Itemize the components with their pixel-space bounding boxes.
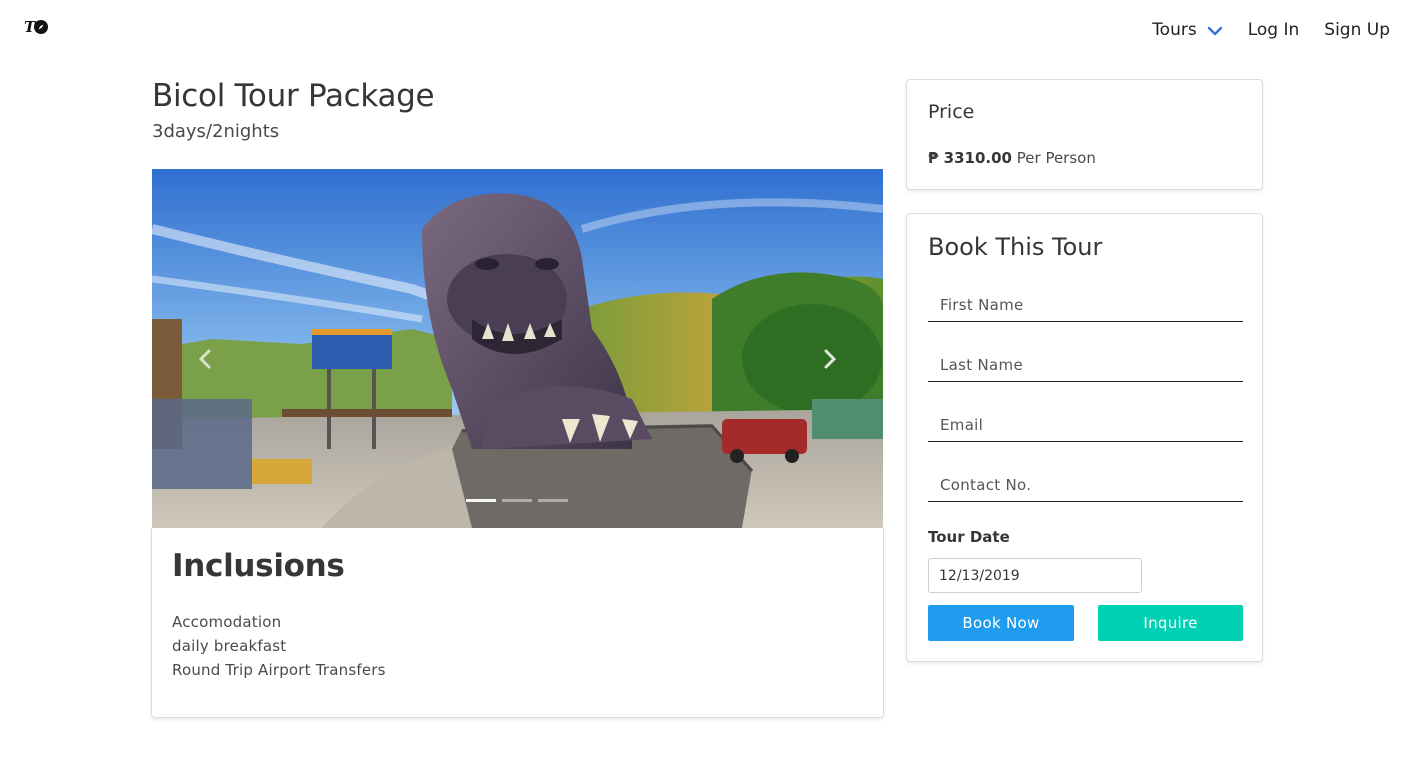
booking-form: Book This Tour Tour Date Book Now Inquir… [906,213,1263,662]
price-card: Price ₱ 3310.00 Per Person [906,79,1263,190]
nav-menu: Tours Log In Sign Up [1127,19,1390,41]
image-carousel[interactable] [152,169,883,528]
carousel-indicator[interactable] [466,499,496,502]
price-line: ₱ 3310.00 Per Person [928,149,1096,167]
list-item: Round Trip Airport Transfers [172,661,386,679]
carousel-indicator[interactable] [502,499,532,502]
contact-number-field[interactable] [928,462,1243,502]
tour-title: Bicol Tour Package [152,78,435,114]
booking-title: Book This Tour [928,233,1103,261]
list-item: daily breakfast [172,637,287,655]
login-link[interactable]: Log In [1248,20,1300,40]
email-field[interactable] [928,402,1243,442]
compass-icon [34,20,49,34]
inclusions-card: Inclusions Accomodation daily breakfast … [151,528,884,718]
signup-link[interactable]: Sign Up [1324,20,1390,40]
site-logo[interactable]: T [24,18,49,36]
logo-text: T [24,18,35,36]
lion-head-monument-photo [152,169,883,528]
carousel-prev-button[interactable] [190,344,220,374]
carousel-indicator[interactable] [538,499,568,502]
tour-date-label: Tour Date [928,528,1010,546]
tours-label: Tours [1152,20,1197,40]
navbar: T Tours Log In Sign Up [0,0,1419,60]
inquire-button[interactable]: Inquire [1098,605,1243,641]
tour-duration: 3days/2nights [152,121,280,142]
list-item: Accomodation [172,613,282,631]
inclusions-list: Accomodation daily breakfast Round Trip … [172,610,386,682]
price-unit: Per Person [1016,149,1096,167]
book-now-button[interactable]: Book Now [928,605,1074,641]
last-name-field[interactable] [928,342,1243,382]
chevron-left-icon [198,349,211,369]
carousel-indicators [466,499,574,502]
chevron-down-icon [1207,21,1223,41]
price-title: Price [928,101,975,123]
first-name-field[interactable] [928,282,1243,322]
inclusions-title: Inclusions [172,548,345,584]
tour-date-input[interactable] [928,558,1142,593]
price-amount: ₱ 3310.00 [928,149,1012,167]
carousel-next-button[interactable] [815,344,845,374]
chevron-right-icon [824,349,837,369]
tours-dropdown[interactable]: Tours [1152,19,1223,41]
